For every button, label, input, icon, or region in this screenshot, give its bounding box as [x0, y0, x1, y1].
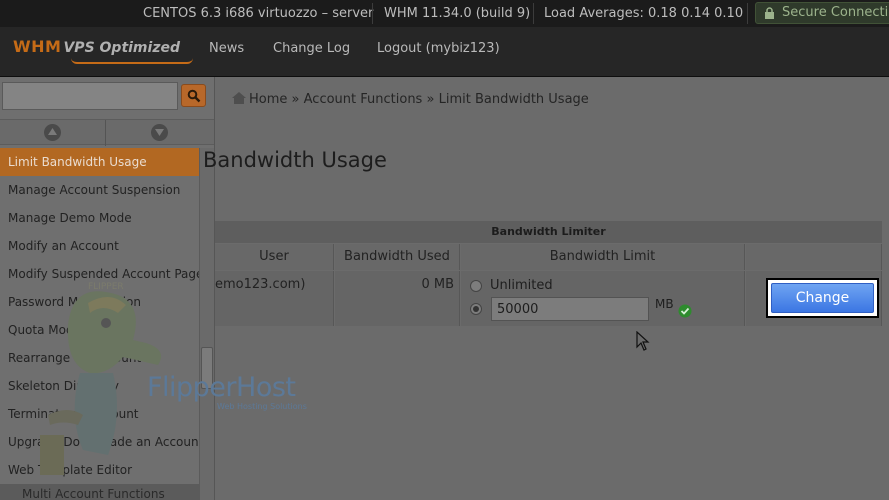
divider — [533, 3, 534, 24]
lock-icon — [765, 7, 774, 19]
breadcrumb-home-link[interactable]: Home — [249, 92, 287, 107]
nav-logout-link[interactable]: Logout (mybiz123) — [377, 41, 500, 56]
breadcrumb-current: Limit Bandwidth Usage — [438, 92, 589, 107]
bandwidth-used-cell: 0 MB — [335, 271, 460, 326]
logo-swoosh — [71, 58, 193, 64]
whm-logo[interactable]: WHM VPS Optimized — [13, 37, 193, 64]
search-input[interactable] — [2, 82, 178, 110]
breadcrumb-separator: » — [291, 92, 300, 107]
divider — [372, 3, 373, 24]
sidebar-section-multi-account[interactable]: Multi Account Functions — [0, 484, 199, 500]
home-icon — [232, 92, 246, 104]
secure-connection-badge: Secure Connection — [755, 2, 889, 24]
column-header-action — [746, 244, 882, 270]
divider — [747, 3, 748, 24]
limit-value-radio[interactable] — [470, 303, 482, 315]
sidebar-item-manage-demo-mode[interactable]: Manage Demo Mode — [0, 204, 199, 232]
column-header-bandwidth-limit: Bandwidth Limit — [461, 244, 745, 270]
column-header-bandwidth-used: Bandwidth Used — [335, 244, 460, 270]
divider — [105, 120, 106, 146]
user-domain: emo123.com) — [215, 277, 306, 292]
sidebar-item-manage-account-suspension[interactable]: Manage Account Suspension — [0, 176, 199, 204]
server-info-bar: CENTOS 6.3 i686 virtuozzo – server WHM 1… — [0, 0, 889, 27]
change-button[interactable]: Change — [771, 283, 874, 313]
arrow-down-icon — [155, 129, 164, 136]
page-title: Bandwidth Usage — [203, 148, 387, 172]
load-averages: Load Averages: 0.18 0.14 0.10 — [544, 6, 744, 21]
sidebar-section-label: Multi Account Functions — [22, 487, 165, 500]
bandwidth-limit-input[interactable] — [491, 297, 649, 321]
mascot-label: FLIPPER — [88, 282, 124, 292]
column-header-user: User — [215, 244, 334, 270]
nav-news-link[interactable]: News — [209, 41, 244, 56]
main-nav: WHM VPS Optimized News Change Log Logout … — [0, 27, 889, 77]
server-info: CENTOS 6.3 i686 virtuozzo – server — [143, 6, 374, 21]
scroll-down-button[interactable] — [107, 120, 212, 146]
table-title: Bandwidth Limiter — [215, 221, 882, 243]
bandwidth-used-value: 0 MB — [421, 277, 454, 292]
breadcrumb-account-functions-link[interactable]: Account Functions — [304, 92, 423, 107]
unlimited-radio[interactable] — [470, 280, 482, 292]
secure-connection-label: Secure Connection — [782, 5, 889, 20]
sidebar-item-modify-an-account[interactable]: Modify an Account — [0, 232, 199, 260]
whm-version: WHM 11.34.0 (build 9) — [384, 6, 531, 21]
valid-check-icon — [678, 304, 692, 318]
limit-unit-label: MB — [655, 297, 674, 311]
breadcrumb-separator: » — [426, 92, 435, 107]
search-icon — [187, 89, 201, 103]
breadcrumb: Home » Account Functions » Limit Bandwid… — [232, 92, 589, 107]
menu-scroll-controls — [0, 119, 214, 146]
scroll-up-button[interactable] — [0, 120, 105, 146]
table-header-row: User Bandwidth Used Bandwidth Limit — [215, 244, 882, 270]
flipperhost-watermark: FlipperHost — [147, 372, 296, 403]
unlimited-label: Unlimited — [490, 278, 553, 293]
nav-changelog-link[interactable]: Change Log — [273, 41, 350, 56]
mouse-cursor-icon — [636, 331, 650, 351]
logo-whm: WHM — [13, 37, 62, 56]
sidebar-item-limit-bandwidth-usage[interactable]: Limit Bandwidth Usage — [0, 148, 199, 176]
search-button[interactable] — [181, 84, 206, 107]
change-button-highlight: Change — [766, 278, 879, 318]
user-cell: emo123.com) — [215, 271, 334, 326]
arrow-up-icon — [48, 128, 57, 135]
sidebar-scrollbar[interactable] — [199, 148, 214, 500]
flipperhost-watermark-tagline: Web Hosting Solutions — [217, 402, 307, 411]
logo-edition: VPS Optimized — [63, 40, 180, 56]
